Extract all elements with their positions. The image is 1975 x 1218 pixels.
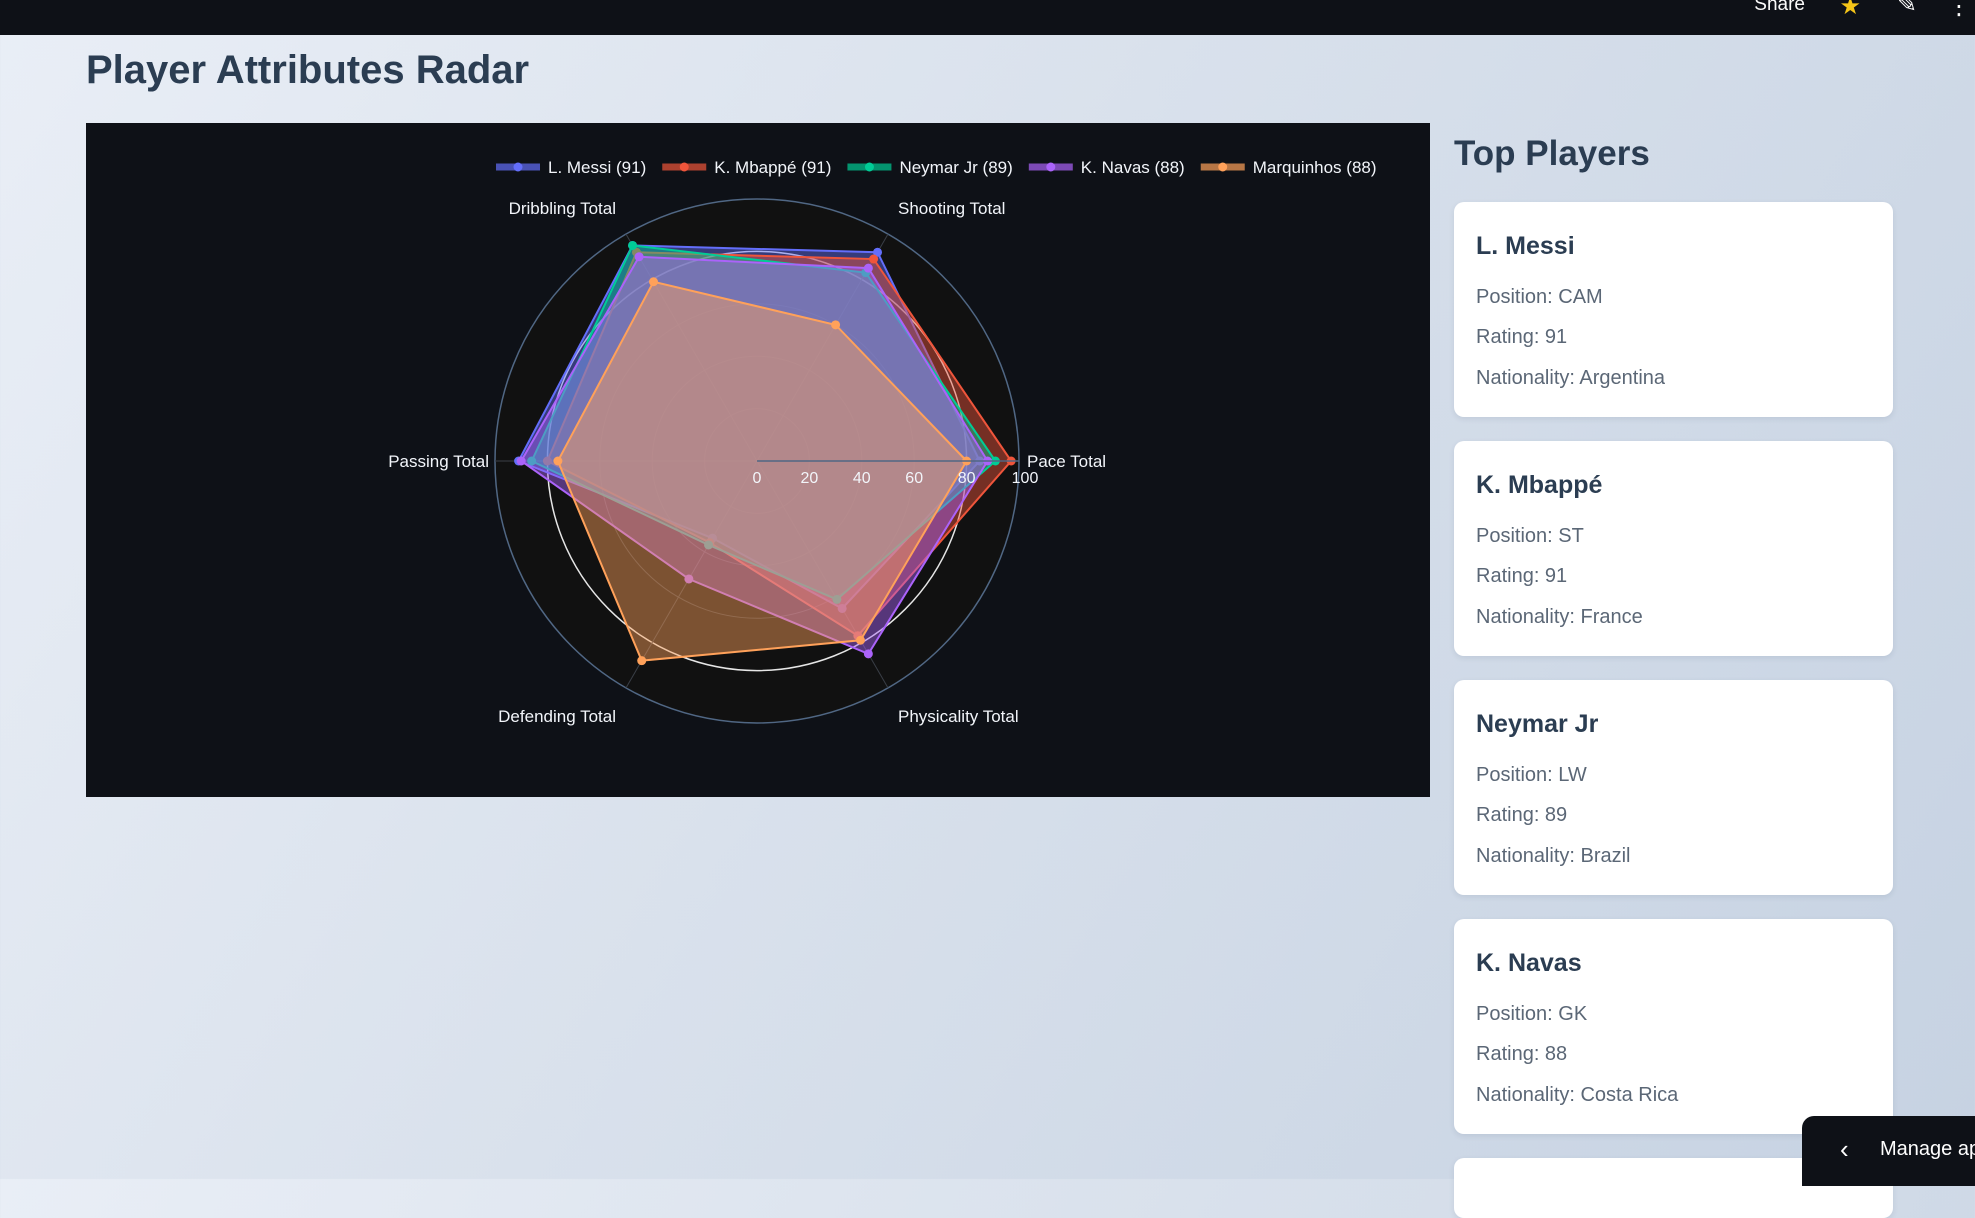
legend-marker <box>513 162 523 172</box>
series-point <box>637 656 647 666</box>
page-title: Player Attributes Radar <box>86 48 530 92</box>
axis-label: Passing Total <box>388 452 489 471</box>
radial-tick-label: 40 <box>853 470 871 487</box>
axis-label: Physicality Total <box>898 707 1019 726</box>
legend-marker <box>1046 162 1056 172</box>
player-nationality: Nationality: Brazil <box>1476 845 1631 867</box>
chevron-left-icon: ‹ <box>1840 1134 1849 1164</box>
player-nationality: Nationality: Costa Rica <box>1476 1084 1679 1106</box>
player-rating: Rating: 88 <box>1476 1043 1568 1065</box>
radial-tick-label: 100 <box>1012 470 1039 487</box>
share-button[interactable]: Share <box>1754 0 1805 16</box>
player-rating: Rating: 91 <box>1476 326 1568 348</box>
manage-app-label: Manage ap <box>1880 1138 1975 1160</box>
series-point <box>863 649 873 659</box>
legend-marker <box>864 162 874 172</box>
radar-chart[interactable]: 0 20 40 60 80 100 Pace Total Shooting Total Drib… <box>86 123 1430 797</box>
series-point <box>649 277 659 287</box>
player-name: L. Messi <box>1476 232 1575 260</box>
series-point <box>855 635 865 645</box>
radial-tick-label: 20 <box>801 470 819 487</box>
pencil-icon[interactable]: ✎ <box>1897 0 1917 19</box>
legend-item: Neymar Jr (89) <box>899 158 1012 177</box>
player-position: Position: LW <box>1476 764 1587 786</box>
player-name: K. Navas <box>1476 949 1582 977</box>
series-point <box>553 456 563 466</box>
legend-item: K. Mbappé (91) <box>714 158 831 177</box>
player-name: Neymar Jr <box>1476 710 1599 738</box>
axis-label: Defending Total <box>498 707 616 726</box>
series-point <box>863 263 873 273</box>
series-point <box>516 456 526 466</box>
legend-marker <box>1218 162 1228 172</box>
legend-item: Marquinhos (88) <box>1253 158 1377 177</box>
player-card-neymar: Neymar Jr Position: LW Rating: 89 Nation… <box>1454 680 1893 895</box>
player-position: Position: GK <box>1476 1003 1588 1025</box>
radar-chart-svg: 0 20 40 60 80 100Pace Total Shooting Total Drib… <box>388 158 1377 726</box>
legend-item: K. Navas (88) <box>1081 158 1185 177</box>
player-card-mbappe: K. Mbappé Position: ST Rating: 91 Nation… <box>1454 441 1893 656</box>
player-rating: Rating: 91 <box>1476 565 1568 587</box>
more-vertical-icon[interactable]: ⋮ <box>1947 0 1971 21</box>
app-header: Share ★ ✎ ⋮ <box>0 0 1975 35</box>
player-position: Position: ST <box>1476 525 1584 547</box>
player-nationality: Nationality: France <box>1476 606 1643 628</box>
series-point <box>831 320 841 330</box>
manage-app-button[interactable]: ‹ Manage ap <box>1802 1116 1975 1186</box>
player-nationality: Nationality: Argentina <box>1476 367 1666 389</box>
player-rating: Rating: 89 <box>1476 804 1568 826</box>
radial-tick-label: 0 <box>753 470 762 487</box>
player-card-messi: L. Messi Position: CAM Rating: 91 Nation… <box>1454 202 1893 417</box>
axis-label: Pace Total <box>1027 452 1106 471</box>
legend-marker <box>679 162 689 172</box>
player-position: Position: CAM <box>1476 286 1603 308</box>
star-icon[interactable]: ★ <box>1839 0 1861 21</box>
radial-tick-label: 60 <box>905 470 923 487</box>
legend-item: L. Messi (91) <box>548 158 646 177</box>
player-name: K. Mbappé <box>1476 471 1603 499</box>
sidebar-title: Top Players <box>1454 134 1650 173</box>
axis-label: Dribbling Total <box>509 199 616 218</box>
radial-tick-label: 80 <box>958 470 976 487</box>
series-point <box>869 254 879 264</box>
axis-label: Shooting Total <box>898 199 1005 218</box>
series-point <box>628 240 638 250</box>
player-card-navas: K. Navas Position: GK Rating: 88 Nationa… <box>1454 919 1893 1134</box>
series-point <box>634 252 644 262</box>
